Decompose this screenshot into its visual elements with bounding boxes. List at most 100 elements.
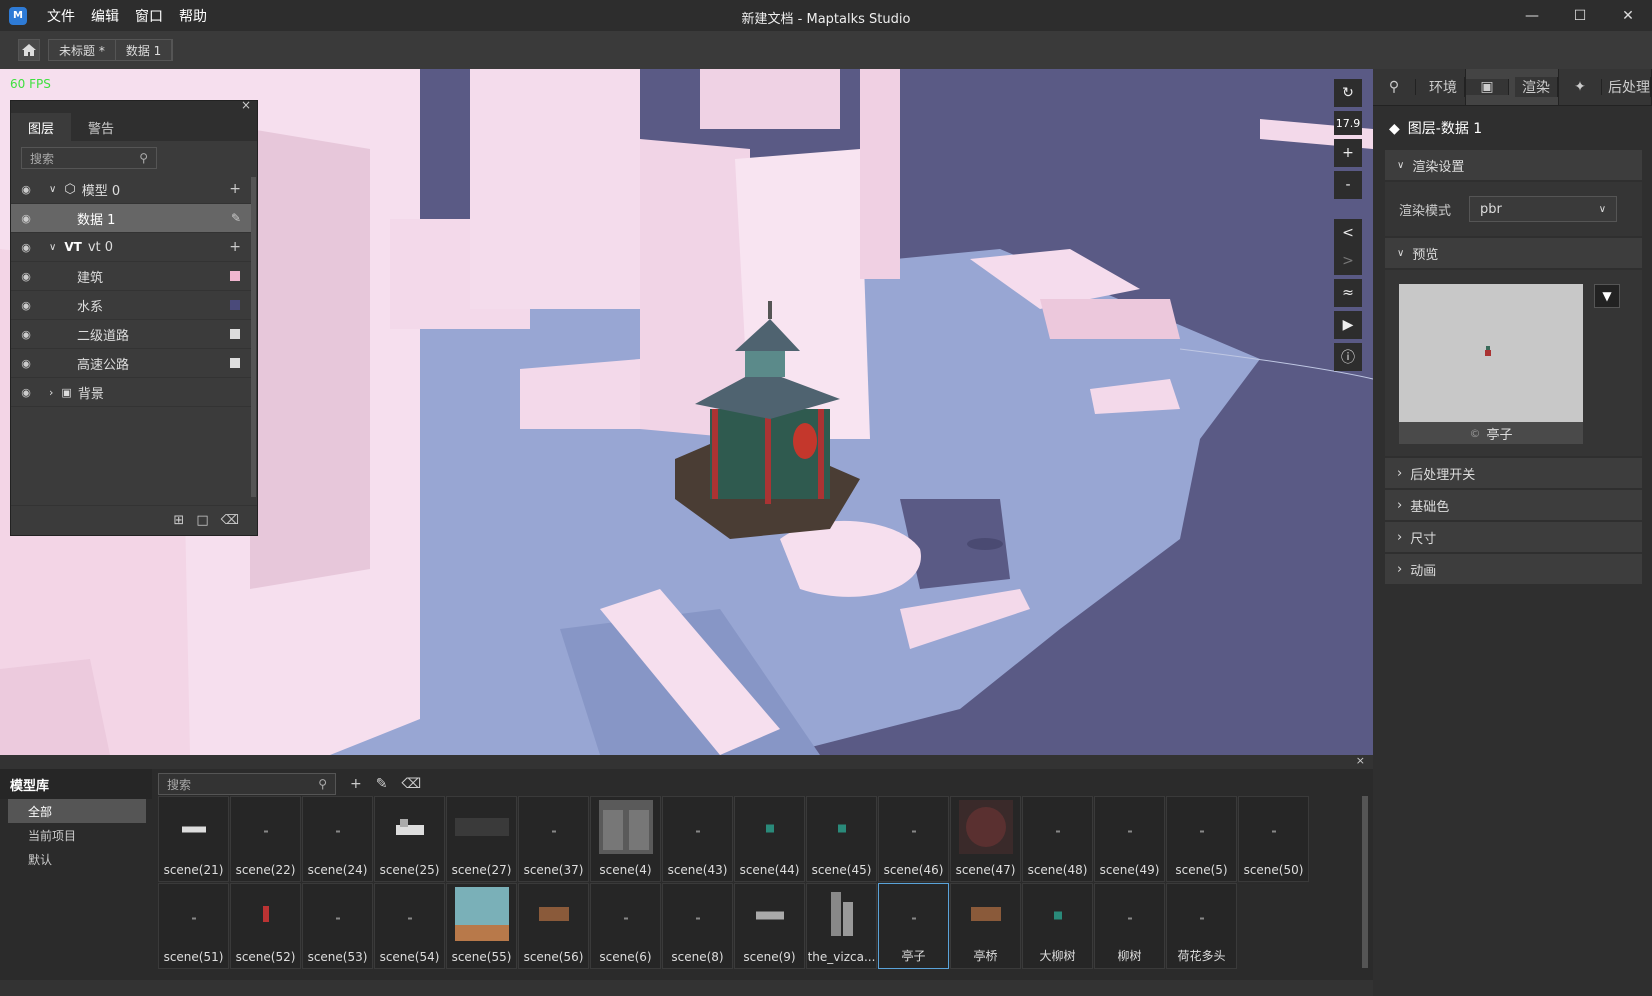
eye-icon[interactable]: ◉ bbox=[11, 357, 41, 370]
tab-render[interactable]: ▣ 渲染 bbox=[1466, 69, 1559, 105]
layer-row-buildings[interactable]: ◉ 建筑 bbox=[11, 262, 255, 291]
layer-row-data-1[interactable]: ◉ 数据 1 ✎ bbox=[11, 204, 255, 233]
eye-icon[interactable]: ◉ bbox=[11, 386, 41, 399]
model-card[interactable]: scene(54) bbox=[374, 883, 445, 969]
model-card[interactable]: scene(24) bbox=[302, 796, 373, 882]
model-card[interactable]: scene(53) bbox=[302, 883, 373, 969]
info-button[interactable]: ⓘ bbox=[1334, 343, 1362, 371]
model-card[interactable]: 亭子 bbox=[878, 883, 949, 969]
model-card[interactable]: 荷花多头 bbox=[1166, 883, 1237, 969]
menu-file[interactable]: 文件 bbox=[39, 6, 83, 26]
model-card[interactable]: 亭桥 bbox=[950, 883, 1021, 969]
section-preview[interactable]: ∨ 预览 bbox=[1385, 238, 1642, 268]
eye-icon[interactable]: ◉ bbox=[11, 212, 41, 225]
category-all[interactable]: 全部 bbox=[8, 799, 146, 823]
zoom-in-button[interactable]: + bbox=[1334, 139, 1362, 167]
model-card[interactable]: scene(56) bbox=[518, 883, 589, 969]
eye-icon[interactable]: ◉ bbox=[11, 183, 41, 196]
model-card[interactable]: scene(52) bbox=[230, 883, 301, 969]
model-card[interactable]: scene(43) bbox=[662, 796, 733, 882]
model-card[interactable]: scene(50) bbox=[1238, 796, 1309, 882]
model-card[interactable]: scene(6) bbox=[590, 883, 661, 969]
trash-icon[interactable]: ⌫ bbox=[401, 776, 421, 792]
model-card[interactable]: scene(9) bbox=[734, 883, 805, 969]
model-card[interactable]: scene(5) bbox=[1166, 796, 1237, 882]
eye-icon[interactable]: ◉ bbox=[11, 270, 41, 283]
layer-row-secondary-road[interactable]: ◉ 二级道路 bbox=[11, 320, 255, 349]
signal-button[interactable]: ≈ bbox=[1334, 279, 1362, 307]
close-icon[interactable]: ✕ bbox=[1604, 0, 1652, 31]
model-card[interactable]: scene(45) bbox=[806, 796, 877, 882]
reset-view-button[interactable]: ↻ bbox=[1334, 79, 1362, 107]
model-card[interactable]: scene(8) bbox=[662, 883, 733, 969]
add-icon[interactable]: + bbox=[350, 776, 362, 792]
model-card[interactable]: scene(49) bbox=[1094, 796, 1165, 882]
model-card[interactable]: scene(21) bbox=[158, 796, 229, 882]
color-swatch[interactable] bbox=[230, 329, 240, 339]
open-folder-button[interactable]: ▼ bbox=[1594, 284, 1620, 308]
maximize-icon[interactable]: ☐ bbox=[1556, 0, 1604, 31]
section-post-switch[interactable]: › 后处理开关 bbox=[1385, 458, 1642, 488]
model-card[interactable]: scene(51) bbox=[158, 883, 229, 969]
model-card[interactable]: the_vizca... bbox=[806, 883, 877, 969]
layer-row-water[interactable]: ◉ 水系 bbox=[11, 291, 255, 320]
eye-icon[interactable]: ◉ bbox=[11, 241, 41, 254]
model-card[interactable]: scene(47) bbox=[950, 796, 1021, 882]
zoom-out-button[interactable]: - bbox=[1334, 171, 1362, 199]
layer-row-background[interactable]: ◉ › ▣ 背景 bbox=[11, 378, 255, 407]
new-layer-icon[interactable]: ⊞ bbox=[173, 513, 184, 528]
menu-help[interactable]: 帮助 bbox=[171, 6, 215, 26]
color-swatch[interactable] bbox=[230, 271, 240, 281]
tab-untitled[interactable]: 未标题 * bbox=[49, 40, 116, 60]
category-current-project[interactable]: 当前项目 bbox=[8, 823, 146, 847]
add-icon[interactable]: + bbox=[229, 239, 241, 255]
color-swatch[interactable] bbox=[230, 300, 240, 310]
tab-post-processing[interactable]: ✦ 后处理 bbox=[1559, 69, 1652, 105]
layer-row-vt[interactable]: ◉ ∨ VT vt 0 + bbox=[11, 233, 255, 262]
model-card[interactable]: scene(44) bbox=[734, 796, 805, 882]
add-icon[interactable]: + bbox=[229, 181, 241, 197]
model-card[interactable]: scene(22) bbox=[230, 796, 301, 882]
model-card[interactable]: scene(55) bbox=[446, 883, 517, 969]
library-search-input[interactable]: 搜索 ⚲ bbox=[158, 773, 336, 795]
tab-warnings[interactable]: 警告 bbox=[71, 113, 131, 141]
model-card[interactable]: scene(4) bbox=[590, 796, 661, 882]
tab-data-1[interactable]: 数据 1 bbox=[115, 40, 173, 60]
model-card[interactable]: scene(37) bbox=[518, 796, 589, 882]
layer-row-model[interactable]: ◉ ∨ ⬡ 模型 0 + bbox=[11, 175, 255, 204]
section-render-settings[interactable]: ∨ 渲染设置 bbox=[1385, 150, 1642, 180]
model-card[interactable]: scene(25) bbox=[374, 796, 445, 882]
model-card[interactable]: scene(46) bbox=[878, 796, 949, 882]
play-button[interactable]: ▶ bbox=[1334, 311, 1362, 339]
chevron-down-icon[interactable]: ∨ bbox=[49, 184, 56, 195]
trash-icon[interactable]: ⌫ bbox=[221, 513, 239, 528]
layer-row-highway[interactable]: ◉ 高速公路 bbox=[11, 349, 255, 378]
model-card[interactable]: 大柳树 bbox=[1022, 883, 1093, 969]
model-card[interactable]: 柳树 bbox=[1094, 883, 1165, 969]
close-icon[interactable]: × bbox=[241, 98, 251, 112]
edit-icon[interactable]: ✎ bbox=[231, 211, 241, 225]
eye-icon[interactable]: ◉ bbox=[11, 328, 41, 341]
menu-window[interactable]: 窗口 bbox=[127, 6, 171, 26]
model-card[interactable]: scene(27) bbox=[446, 796, 517, 882]
tab-layers[interactable]: 图层 bbox=[11, 113, 71, 141]
prev-button[interactable]: < bbox=[1334, 219, 1362, 247]
library-scrollbar[interactable] bbox=[1362, 796, 1368, 968]
minimize-icon[interactable]: — bbox=[1508, 0, 1556, 31]
section-size[interactable]: › 尺寸 bbox=[1385, 522, 1642, 552]
section-base-color[interactable]: › 基础色 bbox=[1385, 490, 1642, 520]
chevron-down-icon[interactable]: ∨ bbox=[49, 242, 56, 253]
chevron-right-icon[interactable]: › bbox=[49, 386, 53, 399]
layer-scrollbar[interactable] bbox=[251, 177, 256, 497]
next-button[interactable]: > bbox=[1334, 247, 1362, 275]
color-swatch[interactable] bbox=[230, 358, 240, 368]
layer-search-input[interactable]: 搜索 ⚲ bbox=[21, 147, 157, 169]
tab-environment[interactable]: ⚲ 环境 bbox=[1373, 69, 1466, 105]
section-animation[interactable]: › 动画 bbox=[1385, 554, 1642, 584]
menu-edit[interactable]: 编辑 bbox=[83, 6, 127, 26]
eye-icon[interactable]: ◉ bbox=[11, 299, 41, 312]
model-card[interactable]: scene(48) bbox=[1022, 796, 1093, 882]
edit-icon[interactable]: ✎ bbox=[376, 776, 388, 792]
folder-icon[interactable]: □ bbox=[196, 513, 208, 528]
close-icon[interactable]: × bbox=[1356, 754, 1365, 767]
